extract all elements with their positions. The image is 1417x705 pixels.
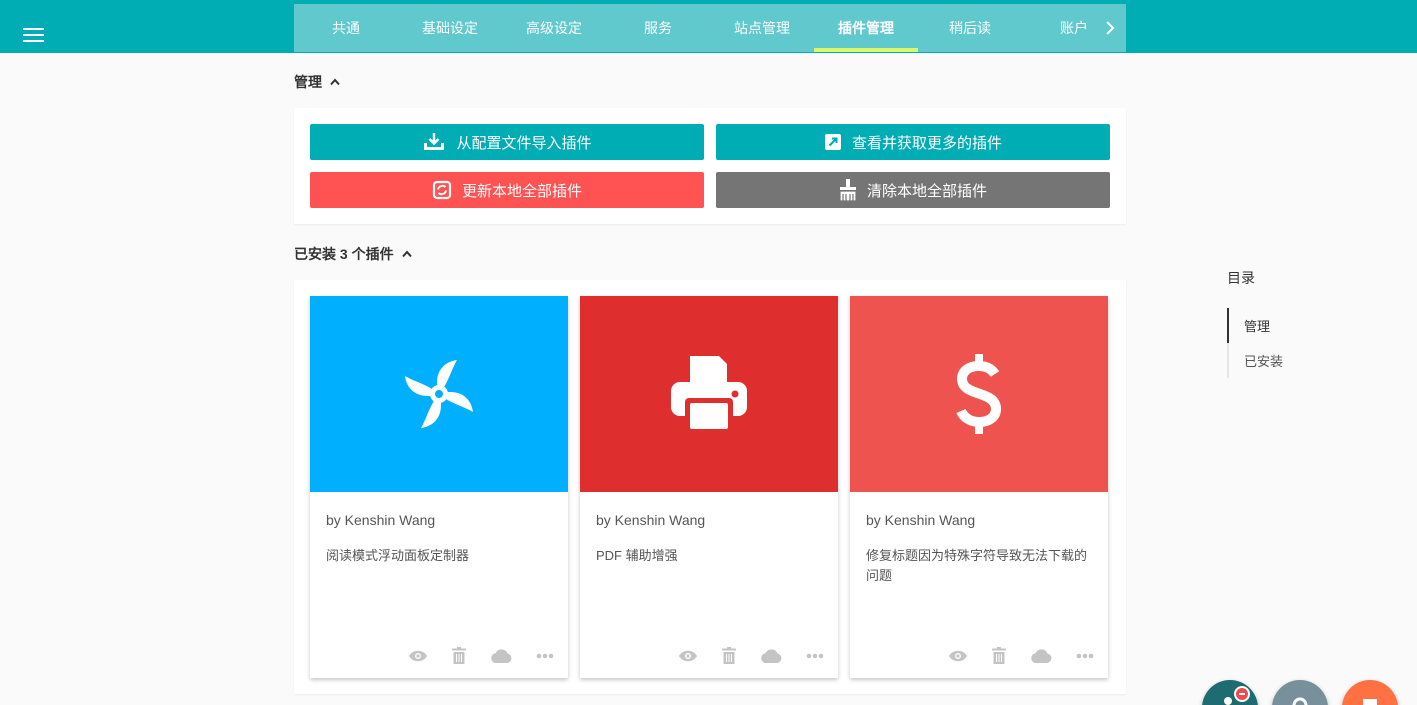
installed-panel: by Kenshin Wang 阅读模式浮动面板定制器 by Kenshin W…	[294, 280, 1126, 694]
tab-advanced-settings[interactable]: 高级设定	[502, 4, 606, 52]
plugin-author: by Kenshin Wang	[596, 512, 706, 528]
notification-badge-icon	[1234, 686, 1250, 702]
clear-all-plugins-button[interactable]: 清除本地全部插件	[716, 172, 1110, 208]
plugin-card-media[interactable]	[310, 296, 568, 492]
chat-fab[interactable]	[1202, 680, 1258, 705]
plugin-card: by Kenshin Wang 修复标题因为特殊字符导致无法下载的问题	[850, 296, 1108, 678]
pin-icon	[1292, 697, 1308, 705]
eye-icon[interactable]	[948, 650, 968, 662]
download-tray-icon	[424, 133, 445, 150]
cloud-icon[interactable]	[1030, 648, 1052, 663]
square-icon	[1363, 699, 1377, 705]
tab-basic-settings[interactable]: 基础设定	[398, 4, 502, 52]
printer-icon	[671, 356, 747, 434]
tab-bar: 共通 基础设定 高级设定 服务 站点管理 插件管理 稍后读 账户	[294, 4, 1126, 52]
more-horiz-icon[interactable]	[1076, 653, 1094, 659]
tab-common[interactable]: 共通	[294, 4, 398, 52]
update-all-plugins-label: 更新本地全部插件	[461, 182, 582, 200]
plugin-actions	[678, 647, 824, 664]
plugin-card: by Kenshin Wang PDF 辅助增强	[580, 296, 838, 678]
toc-item-manage[interactable]: 管理	[1227, 308, 1283, 343]
plugin-actions	[948, 647, 1094, 664]
installed-section-header: 已安装 3 个插件	[294, 244, 412, 264]
update-all-plugins-button[interactable]: 更新本地全部插件	[310, 172, 704, 208]
tab-plugin-management[interactable]: 插件管理	[814, 4, 918, 52]
plugin-actions	[408, 647, 554, 664]
clear-all-plugins-label: 清除本地全部插件	[866, 182, 987, 200]
import-plugins-label: 从配置文件导入插件	[456, 134, 592, 152]
external-link-icon	[824, 134, 841, 150]
broom-icon	[839, 179, 857, 201]
plugin-description: PDF 辅助增强	[596, 548, 678, 563]
eye-icon[interactable]	[408, 650, 428, 662]
cloud-icon[interactable]	[490, 648, 512, 663]
import-plugins-button[interactable]: 从配置文件导入插件	[310, 124, 704, 160]
location-fab[interactable]	[1272, 680, 1328, 705]
manage-section-title: 管理	[294, 74, 322, 90]
chevron-up-icon[interactable]	[401, 250, 412, 258]
plugin-description: 阅读模式浮动面板定制器	[326, 548, 470, 563]
more-horiz-icon[interactable]	[806, 653, 824, 659]
toc-list: 管理 已安装	[1227, 308, 1283, 378]
browse-more-plugins-button[interactable]: 查看并获取更多的插件	[716, 124, 1110, 160]
plugin-card-media[interactable]	[580, 296, 838, 492]
dollar-icon	[956, 354, 1002, 434]
chevron-right-icon[interactable]	[1094, 4, 1126, 52]
pinwheel-icon	[405, 360, 473, 428]
toc-item-installed[interactable]: 已安装	[1229, 343, 1283, 378]
manage-panel: 从配置文件导入插件 查看并获取更多的插件 更新本地全部插件 清除本地全部插件	[294, 108, 1126, 224]
cloud-icon[interactable]	[760, 648, 782, 663]
plugin-card-media[interactable]	[850, 296, 1108, 492]
menu-icon[interactable]	[23, 28, 44, 42]
stop-fab[interactable]	[1342, 680, 1398, 705]
manage-section-header: 管理	[294, 72, 340, 92]
installed-section-title: 已安装 3 个插件	[294, 246, 394, 262]
plugin-description: 修复标题因为特殊字符导致无法下载的问题	[866, 548, 1088, 583]
eye-icon[interactable]	[678, 650, 698, 662]
browse-more-plugins-label: 查看并获取更多的插件	[851, 134, 1002, 152]
more-horiz-icon[interactable]	[536, 653, 554, 659]
trash-icon[interactable]	[452, 647, 466, 664]
toc-title: 目录	[1227, 270, 1255, 286]
trash-icon[interactable]	[992, 647, 1006, 664]
top-app-bar: 共通 基础设定 高级设定 服务 站点管理 插件管理 稍后读 账户	[0, 0, 1417, 53]
tab-services[interactable]: 服务	[606, 4, 710, 52]
trash-icon[interactable]	[722, 647, 736, 664]
plugin-author: by Kenshin Wang	[326, 512, 436, 528]
plugin-author: by Kenshin Wang	[866, 512, 976, 528]
tab-read-later[interactable]: 稍后读	[918, 4, 1022, 52]
refresh-icon	[432, 180, 452, 200]
table-of-contents: 目录 管理 已安装	[1227, 268, 1283, 378]
tab-site-management[interactable]: 站点管理	[710, 4, 814, 52]
chevron-up-icon[interactable]	[330, 78, 340, 86]
plugin-card: by Kenshin Wang 阅读模式浮动面板定制器	[310, 296, 568, 678]
